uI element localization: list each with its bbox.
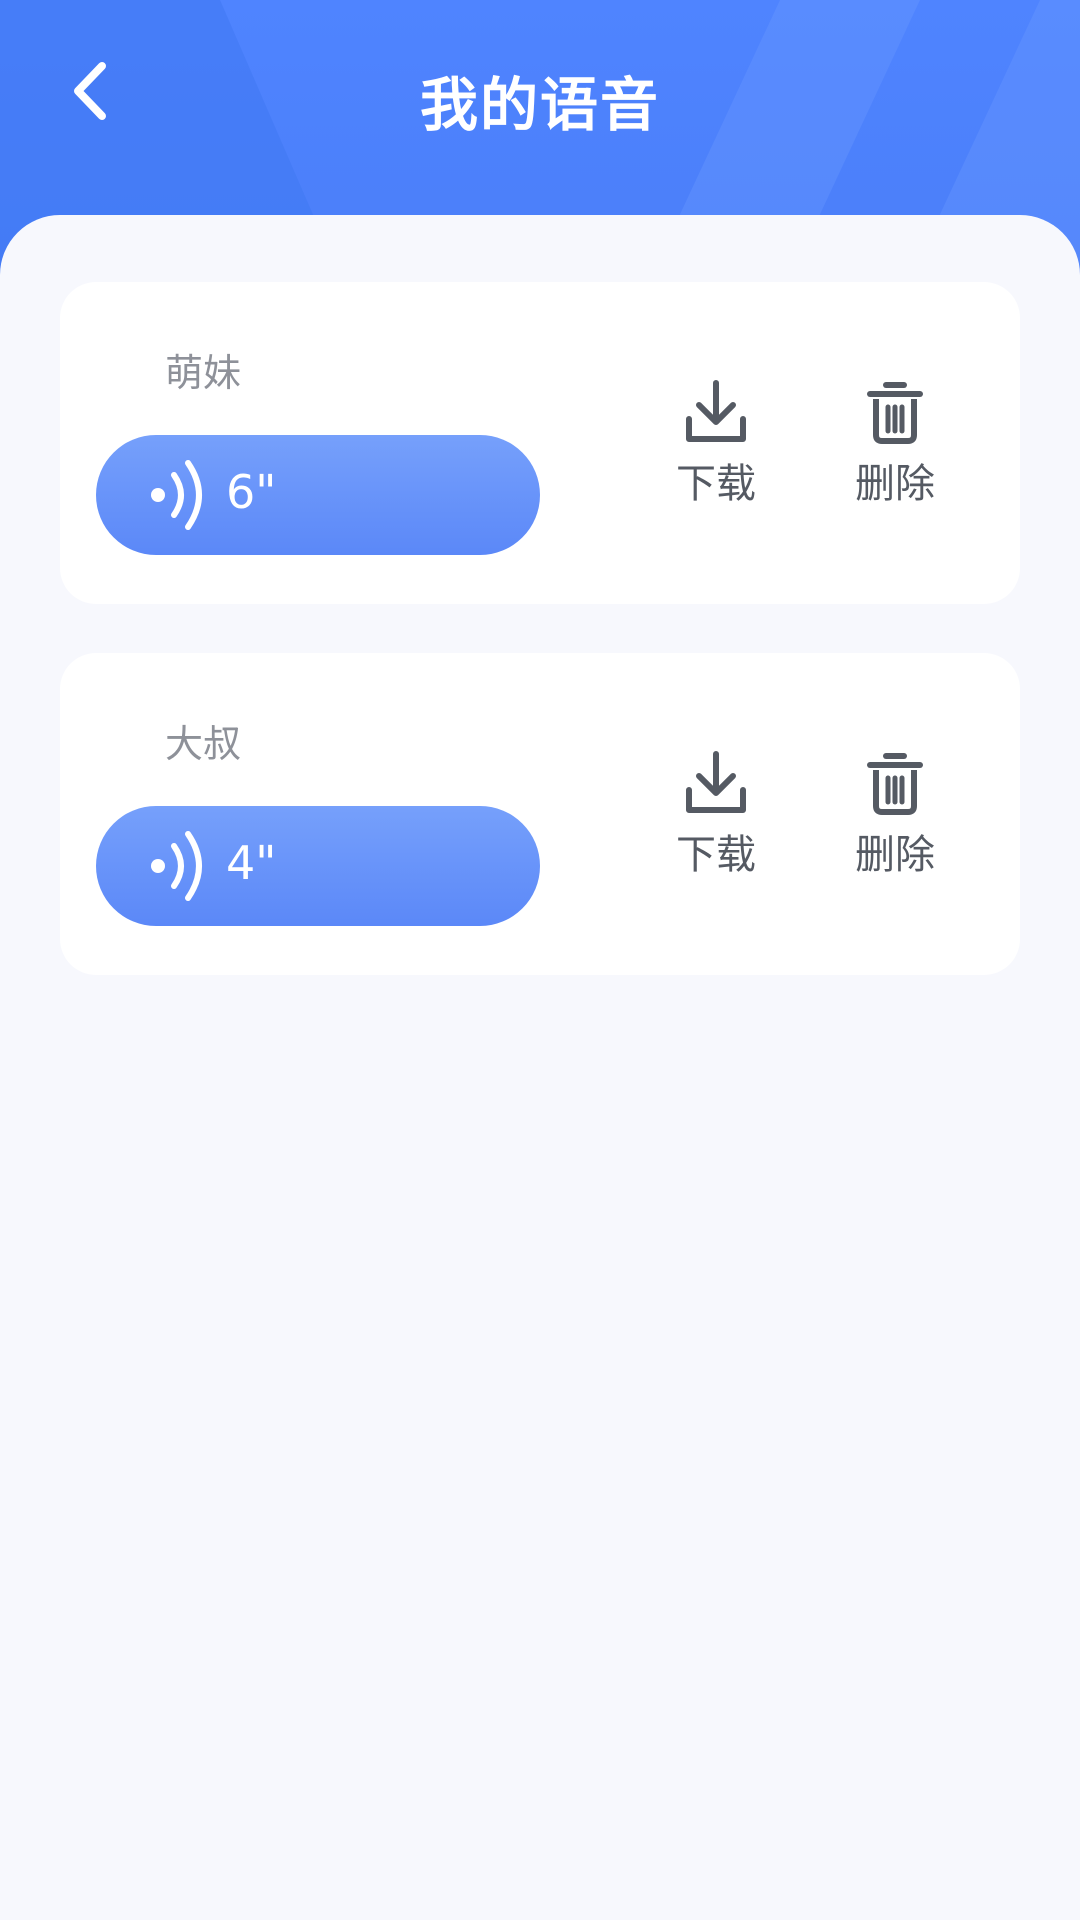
delete-button[interactable]: 删除 (830, 748, 960, 888)
sound-wave-icon (151, 460, 202, 530)
voice-name: 萌妹 (165, 351, 242, 395)
delete-button[interactable]: 删除 (830, 377, 960, 517)
sound-wave-icon (151, 831, 202, 901)
voice-card: 萌妹 6" 下载 删除 (60, 282, 1020, 604)
delete-label: 删除 (855, 461, 935, 507)
delete-label: 删除 (855, 832, 935, 878)
download-icon (686, 751, 746, 813)
screen: 我的语音 萌妹 6" 下载 删除 大叔 4" 下载 删除 (0, 0, 1080, 1920)
voice-play-button[interactable]: 6" (96, 435, 540, 555)
download-button[interactable]: 下载 (651, 748, 781, 888)
voice-list: 萌妹 6" 下载 删除 大叔 4" 下载 删除 (0, 215, 1080, 1920)
page-title: 我的语音 (419, 71, 660, 139)
voice-name: 大叔 (165, 722, 242, 766)
voice-duration: 6" (226, 465, 277, 519)
download-button[interactable]: 下载 (651, 377, 781, 517)
download-label: 下载 (676, 832, 756, 878)
voice-play-button[interactable]: 4" (96, 806, 540, 926)
trash-icon (867, 382, 923, 444)
download-icon (686, 380, 746, 442)
trash-icon (867, 753, 923, 815)
voice-duration: 4" (226, 836, 277, 890)
download-label: 下载 (676, 461, 756, 507)
voice-card: 大叔 4" 下载 删除 (60, 653, 1020, 975)
